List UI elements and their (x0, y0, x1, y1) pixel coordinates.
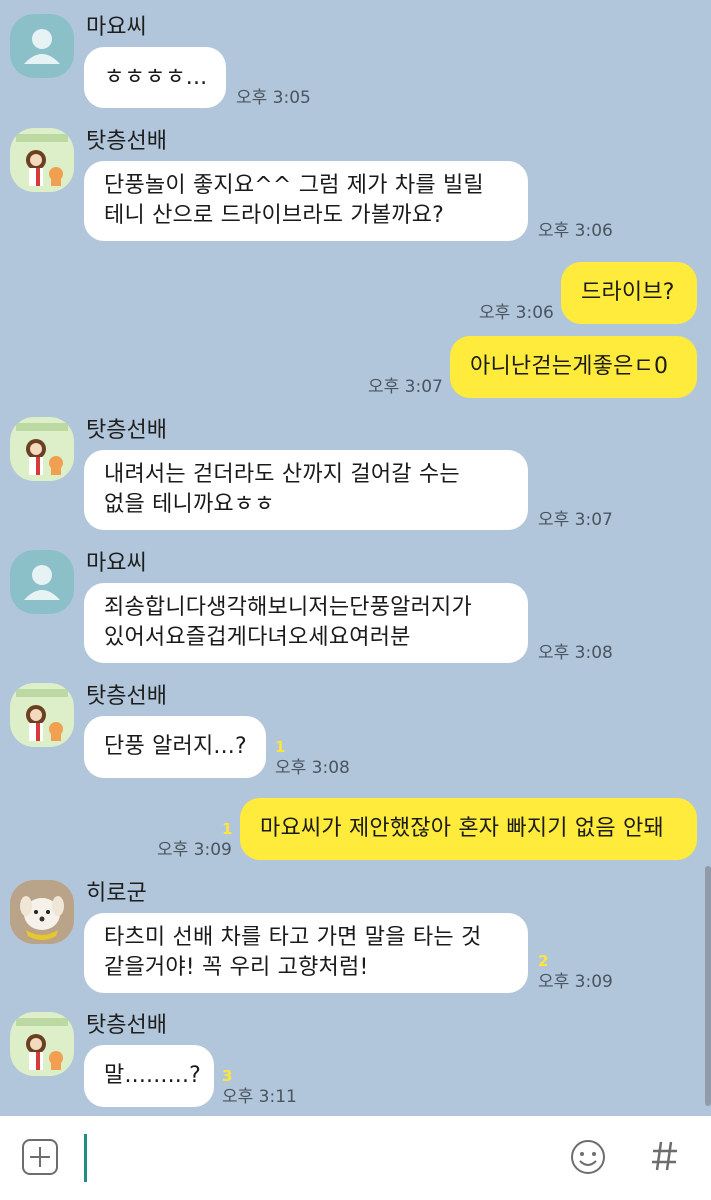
message-time: 오후 3:07 (538, 510, 613, 530)
sender-name: 히로군 (86, 881, 147, 906)
scrollbar[interactable] (705, 866, 711, 1106)
message-time: 오후 3:07 (368, 377, 443, 397)
message-text-line: 단풍 알러지...? (104, 734, 247, 759)
message-text-line: 말.........? (104, 1063, 202, 1088)
message-bubble[interactable]: 내려서는 걷더라도 산까지 걸어갈 수는 없을 테니까요ㅎㅎ (84, 450, 528, 530)
avatar-hiro[interactable] (10, 880, 74, 944)
message-bubble[interactable]: 타츠미 선배 차를 타고 가면 말을 타는 것 같을거야! 꼭 우리 고향처럼! (84, 913, 528, 993)
hash-icon[interactable] (649, 1136, 681, 1180)
avatar-mayo[interactable] (10, 14, 74, 78)
avatar-senior[interactable] (10, 128, 74, 192)
plus-glyph (30, 1147, 50, 1167)
default-profile-icon (24, 565, 60, 600)
sender-name: 탓층선배 (86, 129, 167, 154)
message-text-line: 없을 테니까요ㅎㅎ (104, 492, 275, 517)
message-time: 오후 3:09 (157, 840, 232, 860)
message-text-line: 타츠미 선배 차를 타고 가면 말을 타는 것 (104, 925, 482, 950)
unread-count: 1 (222, 820, 233, 838)
message-bubble[interactable]: 말.........? (84, 1045, 214, 1107)
avatar-senior[interactable] (10, 417, 74, 481)
message-time: 오후 3:05 (236, 88, 311, 108)
unread-count: 1 (275, 738, 286, 756)
message-text-line: 내려서는 걷더라도 산까지 걸어갈 수는 (104, 462, 460, 487)
default-profile-icon (24, 29, 60, 64)
message-text-line: 아니난걷는게좋은ㄷ0 (470, 354, 669, 379)
plus-square-icon[interactable] (22, 1139, 58, 1175)
message-text-line: 테니 산으로 드라이브라도 가볼까요? (104, 203, 445, 228)
message-text-line: 있어서요즐겁게다녀오세요여러분 (104, 625, 411, 650)
message-time: 오후 3:09 (538, 972, 613, 992)
message-time: 오후 3:11 (222, 1087, 297, 1107)
sender-name: 탓층선배 (86, 684, 167, 709)
message-text-line: 마요씨가 제안했잖아 혼자 빠지기 없음 안돼 (260, 816, 664, 841)
dog-photo-icon (10, 880, 74, 944)
message-bubble[interactable]: 죄송합니다생각해보니저는단풍알러지가 있어서요즐겁게다녀오세요여러분 (84, 583, 528, 663)
message-input[interactable] (84, 1134, 544, 1182)
chat-area[interactable]: 마요씨 ㅎㅎㅎㅎ... 오후 3:05 탓층선배 단풍놀이 좋지요^^ 그럼 제… (0, 0, 711, 1116)
message-text-line: 드라이브? (581, 280, 675, 305)
sender-name: 마요씨 (86, 551, 147, 576)
message-bubble[interactable]: 단풍 알러지...? (84, 716, 266, 778)
unread-count: 2 (538, 952, 549, 970)
jesus-cat-icon (16, 689, 68, 741)
sender-name: 탓층선배 (86, 418, 167, 443)
message-time: 오후 3:06 (479, 303, 554, 323)
message-time: 오후 3:06 (538, 221, 613, 241)
jesus-cat-icon (16, 134, 68, 186)
my-message-bubble[interactable]: 드라이브? (561, 262, 697, 324)
message-text-line: 같을거야! 꼭 우리 고향처럼! (104, 955, 369, 980)
message-text-line: 죄송합니다생각해보니저는단풍알러지가 (104, 595, 472, 620)
my-message-bubble[interactable]: 아니난걷는게좋은ㄷ0 (450, 336, 697, 398)
avatar-mayo[interactable] (10, 550, 74, 614)
avatar-senior[interactable] (10, 683, 74, 747)
message-text-line: 단풍놀이 좋지요^^ 그럼 제가 차를 빌릴 (104, 173, 484, 198)
message-time: 오후 3:08 (275, 758, 350, 778)
jesus-cat-icon (16, 423, 68, 475)
message-time: 오후 3:08 (538, 643, 613, 663)
message-bubble[interactable]: ㅎㅎㅎㅎ... (84, 47, 226, 108)
unread-count: 3 (222, 1067, 233, 1085)
sender-name: 마요씨 (86, 15, 147, 40)
smiley-icon[interactable] (569, 1138, 607, 1180)
jesus-cat-icon (16, 1018, 68, 1070)
text-cursor (84, 1134, 87, 1182)
sender-name: 탓층선배 (86, 1013, 167, 1038)
avatar-senior[interactable] (10, 1012, 74, 1076)
input-bar (0, 1116, 711, 1200)
message-text-line: ㅎㅎㅎㅎ... (104, 64, 208, 90)
my-message-bubble[interactable]: 마요씨가 제안했잖아 혼자 빠지기 없음 안돼 (240, 798, 697, 860)
message-bubble[interactable]: 단풍놀이 좋지요^^ 그럼 제가 차를 빌릴 테니 산으로 드라이브라도 가볼까… (84, 161, 528, 241)
